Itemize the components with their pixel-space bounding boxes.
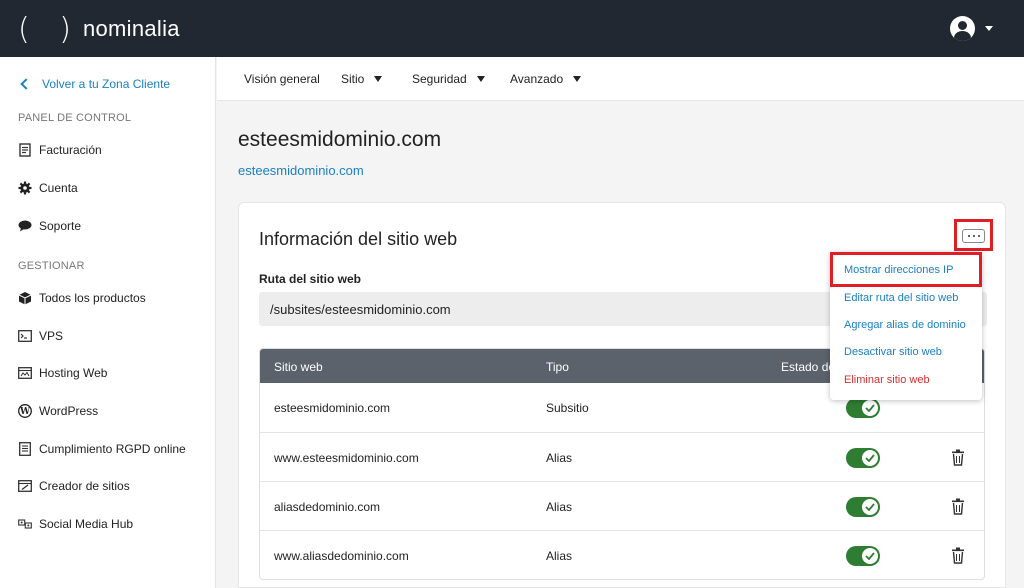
- table-row: www.aliasdedominio.com Alias: [260, 530, 984, 579]
- document-list-icon: [18, 442, 32, 456]
- column-header-status: Estado de: [781, 360, 836, 374]
- tab-label: Avanzado: [510, 72, 564, 86]
- sidebar-item-hosting-web[interactable]: Hosting Web: [18, 363, 107, 383]
- check-icon: [862, 499, 878, 515]
- chat-bubble-icon: [18, 219, 32, 233]
- status-toggle[interactable]: [846, 497, 880, 517]
- site-cell: www.esteesmidominio.com: [274, 451, 419, 465]
- trash-icon[interactable]: [951, 547, 965, 564]
- sub-navigation: Visión general Sitio Seguridad Avanzado: [217, 57, 1024, 101]
- column-header-type: Tipo: [546, 360, 569, 374]
- menu-item-add-alias[interactable]: Agregar alias de dominio: [844, 319, 966, 331]
- top-bar: ( ) nominalia: [0, 0, 1024, 57]
- type-cell: Alias: [546, 500, 573, 514]
- tab-label: Visión general: [244, 72, 320, 86]
- check-icon: [862, 450, 878, 466]
- menu-item-show-ip[interactable]: Mostrar direcciones IP: [844, 264, 953, 276]
- sidebar: Volver a tu Zona Cliente PANEL DE CONTRO…: [0, 57, 216, 588]
- trash-icon[interactable]: [951, 498, 965, 515]
- terminal-icon: [18, 329, 32, 343]
- table-row: www.esteesmidominio.com Alias: [260, 432, 984, 481]
- ellipsis-icon: [967, 235, 970, 237]
- user-avatar-icon[interactable]: [950, 16, 975, 41]
- menu-item-edit-route[interactable]: Editar ruta del sitio web: [844, 292, 958, 304]
- more-options-highlight: [954, 219, 993, 251]
- logo-text: nominalia: [82, 16, 180, 41]
- trash-icon[interactable]: [951, 449, 965, 466]
- tab-advanced[interactable]: Avanzado: [510, 72, 582, 86]
- back-to-client-zone-link[interactable]: Volver a tu Zona Cliente: [18, 77, 170, 91]
- domain-link[interactable]: esteesmidominio.com: [238, 163, 364, 178]
- hosting-icon: [18, 366, 32, 380]
- chevron-left-icon: [20, 78, 32, 90]
- sidebar-item-account[interactable]: Cuenta: [18, 178, 78, 198]
- check-icon: [862, 400, 878, 416]
- site-builder-icon: [18, 479, 32, 493]
- column-header-site: Sitio web: [274, 360, 323, 374]
- check-icon: [862, 548, 878, 564]
- tab-label: Seguridad: [412, 72, 467, 86]
- sidebar-item-social-media-hub[interactable]: Social Media Hub: [18, 514, 133, 534]
- tab-security[interactable]: Seguridad: [412, 72, 485, 86]
- sidebar-item-label: Facturación: [39, 143, 102, 157]
- more-options-button[interactable]: [962, 229, 985, 243]
- wordpress-icon: W: [18, 404, 32, 418]
- card-title: Información del sitio web: [259, 229, 458, 249]
- status-toggle[interactable]: [846, 398, 880, 418]
- invoice-icon: [18, 143, 32, 157]
- social-icon: [18, 517, 32, 531]
- sidebar-item-label: WordPress: [39, 404, 99, 418]
- caret-down-icon: [573, 76, 582, 82]
- sidebar-item-label: Creador de sitios: [39, 479, 130, 493]
- menu-item-delete-site[interactable]: Eliminar sitio web: [844, 374, 930, 386]
- tab-site[interactable]: Sitio: [341, 72, 383, 86]
- sidebar-item-gdpr[interactable]: Cumplimiento RGPD online: [18, 439, 186, 459]
- site-cell: esteesmidominio.com: [274, 401, 391, 415]
- user-menu-caret-icon[interactable]: [985, 26, 993, 31]
- gear-icon: [18, 181, 32, 195]
- caret-down-icon: [374, 76, 383, 82]
- sidebar-item-vps[interactable]: VPS: [18, 326, 63, 346]
- status-toggle[interactable]: [846, 546, 880, 566]
- menu-item-disable-site[interactable]: Desactivar sitio web: [844, 346, 942, 358]
- tab-label: Sitio: [341, 72, 365, 86]
- logo-parens: ( ): [18, 11, 81, 47]
- section-title-control-panel: PANEL DE CONTROL: [18, 112, 132, 124]
- table-row: aliasdedominio.com Alias: [260, 481, 984, 530]
- sidebar-item-label: Hosting Web: [39, 366, 108, 380]
- sidebar-item-label: VPS: [39, 329, 64, 343]
- sidebar-item-label: Social Media Hub: [39, 517, 134, 531]
- sidebar-item-billing[interactable]: Facturación: [18, 140, 102, 160]
- type-cell: Subsitio: [546, 401, 589, 415]
- sidebar-item-all-products[interactable]: Todos los productos: [18, 288, 146, 308]
- svg-text:W: W: [19, 407, 31, 417]
- section-title-manage: GESTIONAR: [18, 260, 85, 272]
- sidebar-item-site-builder[interactable]: Creador de sitios: [18, 476, 130, 496]
- sidebar-item-label: Todos los productos: [39, 291, 146, 305]
- status-toggle[interactable]: [846, 448, 880, 468]
- sidebar-item-label: Cuenta: [39, 181, 78, 195]
- sidebar-item-label: Soporte: [39, 219, 82, 233]
- type-cell: Alias: [546, 451, 573, 465]
- sidebar-item-wordpress[interactable]: W WordPress: [18, 401, 98, 421]
- page-title: esteesmidominio.com: [238, 128, 442, 151]
- tab-overview[interactable]: Visión general: [244, 72, 320, 86]
- site-cell: aliasdedominio.com: [274, 500, 381, 514]
- caret-down-icon: [476, 76, 485, 82]
- sidebar-item-label: Cumplimiento RGPD online: [39, 442, 186, 456]
- site-cell: www.aliasdedominio.com: [274, 549, 409, 563]
- back-link-label: Volver a tu Zona Cliente: [42, 77, 171, 91]
- box-icon: [18, 291, 32, 305]
- nominalia-logo[interactable]: ( ) nominalia: [18, 11, 180, 47]
- route-label: Ruta del sitio web: [259, 272, 362, 286]
- sidebar-item-support[interactable]: Soporte: [18, 216, 81, 236]
- type-cell: Alias: [546, 549, 573, 563]
- more-options-menu: Mostrar direcciones IP Editar ruta del s…: [830, 252, 982, 400]
